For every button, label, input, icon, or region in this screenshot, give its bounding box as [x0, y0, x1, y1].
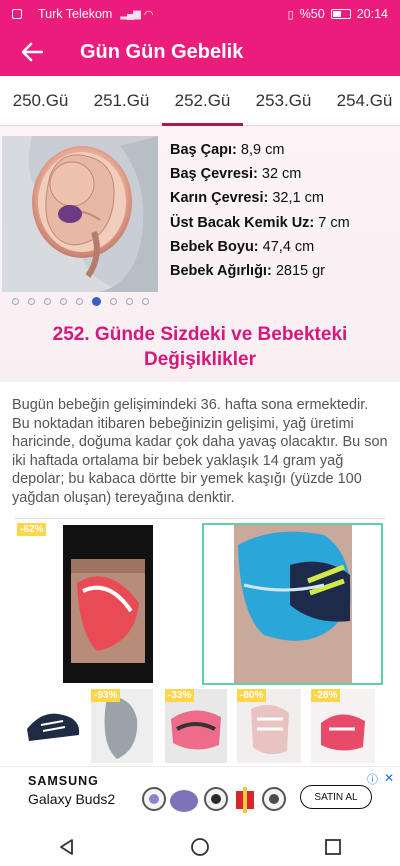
shoe-image	[23, 689, 83, 763]
shoe-image	[63, 525, 153, 683]
system-nav-bar	[0, 828, 400, 866]
carousel-dot[interactable]	[43, 297, 51, 305]
battery-percent: %50	[299, 7, 325, 21]
discount-badge: -28%	[311, 689, 341, 702]
battery-icon	[330, 9, 351, 19]
carrier-name: Turk Telekom	[38, 7, 113, 21]
measurement-value: 2815 gr	[275, 263, 326, 280]
measurement-value: 32 cm	[261, 166, 302, 183]
vibrate-icon: ▯	[287, 8, 294, 21]
ad-product-name: Galaxy Buds2	[28, 791, 116, 807]
ad-info-icon[interactable]: ⓘ	[367, 771, 378, 787]
tab-day-251[interactable]: 251.Gü	[81, 76, 162, 126]
day-tabs: 250.Gü 251.Gü 252.Gü 253.Gü 254.Gü	[0, 76, 400, 126]
product-item-large-selected[interactable]	[202, 523, 383, 685]
product-item[interactable]: -33%	[165, 689, 227, 763]
product-item[interactable]: -28%	[311, 689, 375, 763]
measurement-label: Üst Bacak Kemik Uz:	[170, 214, 315, 231]
shoe-image	[234, 525, 352, 683]
product-item-large[interactable]: -62%	[17, 523, 197, 685]
carousel-dot-active[interactable]	[91, 296, 101, 306]
discount-badge: -80%	[237, 689, 267, 702]
tab-day-254[interactable]: 254.Gü	[324, 76, 400, 126]
section-heading: 252. Günde Sizdeki ve Bebekteki Değişikl…	[52, 324, 348, 370]
article-text: Bugün bebeğin gelişimindeki 36. hafta so…	[12, 397, 388, 506]
earbuds-image	[142, 787, 286, 813]
nav-recents-button[interactable]	[313, 832, 353, 862]
close-icon[interactable]: ✕	[384, 771, 394, 785]
discount-badge: -93%	[91, 689, 121, 702]
measurement-row: Üst Bacak Kemik Uz: 7 cm	[170, 211, 398, 235]
back-button[interactable]	[0, 28, 64, 76]
measurement-list: Baş Çapı: 8,9 cm Baş Çevresi: 32 cm Karı…	[170, 138, 398, 283]
status-icon	[12, 9, 22, 19]
measurement-row: Bebek Boyu: 47,4 cm	[170, 235, 398, 259]
wifi-icon: ◠	[143, 8, 154, 21]
fetus-illustration[interactable]	[2, 136, 158, 292]
tab-day-250[interactable]: 250.Gü	[0, 76, 81, 126]
app-title: Gün Gün Gebelik	[80, 40, 244, 63]
measurement-label: Baş Çapı:	[170, 142, 237, 158]
ad-brand: SAMSUNG	[28, 774, 99, 788]
day-content[interactable]: Baş Çapı: 8,9 cm Baş Çevresi: 32 cm Karı…	[0, 126, 400, 766]
nav-back-button[interactable]	[47, 832, 87, 862]
tab-day-253[interactable]: 253.Gü	[243, 76, 324, 126]
carousel-dot[interactable]	[109, 297, 117, 305]
product-item[interactable]: -80%	[237, 689, 301, 763]
carousel-dot[interactable]	[27, 297, 35, 305]
carousel-dot[interactable]	[75, 297, 83, 305]
measurement-value: 8,9 cm	[240, 142, 285, 158]
product-item[interactable]: -93%	[91, 689, 153, 763]
buy-button[interactable]: SATIN AL	[300, 785, 372, 809]
measurement-label: Baş Çevresi:	[170, 166, 258, 183]
nav-home-button[interactable]	[180, 832, 220, 862]
carousel-indicator[interactable]	[0, 294, 160, 308]
status-bar: Turk Telekom ▂▄▆ ◠ ▯ %50 20:14	[0, 0, 400, 28]
signal-icon: ▂▄▆	[120, 8, 140, 20]
carousel-dot[interactable]	[125, 297, 133, 305]
measurement-value: 32,1 cm	[272, 190, 324, 207]
product-ad-grid[interactable]: -62% -93% -33% -80% -28%	[15, 518, 385, 766]
measurement-row: Karın Çevresi: 32,1 cm	[170, 186, 398, 210]
banner-ad[interactable]: SAMSUNG Galaxy Buds2 SATIN AL ⓘ ✕	[0, 766, 400, 828]
discount-badge: -33%	[165, 689, 195, 702]
measurement-label: Karın Çevresi:	[170, 190, 269, 207]
measurement-label: Bebek Boyu:	[170, 238, 259, 255]
measurement-row: Baş Çevresi: 32 cm	[170, 162, 398, 186]
arrow-left-icon	[21, 42, 43, 62]
measurement-row: Bebek Ağırlığı: 2815 gr	[170, 259, 398, 283]
carousel-dot[interactable]	[59, 297, 67, 305]
circle-home-icon	[191, 838, 209, 856]
clock: 20:14	[356, 7, 388, 21]
carousel-dot[interactable]	[11, 297, 19, 305]
discount-badge: -62%	[17, 523, 47, 536]
app-bar: Gün Gün Gebelik	[0, 28, 400, 76]
square-recents-icon	[325, 839, 342, 855]
measurement-row: Baş Çapı: 8,9 cm	[170, 138, 398, 162]
product-item[interactable]	[23, 689, 83, 763]
measurement-value: 47,4 cm	[262, 238, 315, 255]
measurement-value: 7 cm	[318, 214, 350, 231]
measurement-label: Bebek Ağırlığı:	[170, 263, 272, 280]
carousel-dot[interactable]	[141, 297, 149, 305]
triangle-back-icon	[59, 839, 73, 855]
tab-day-252[interactable]: 252.Gü	[162, 76, 243, 126]
